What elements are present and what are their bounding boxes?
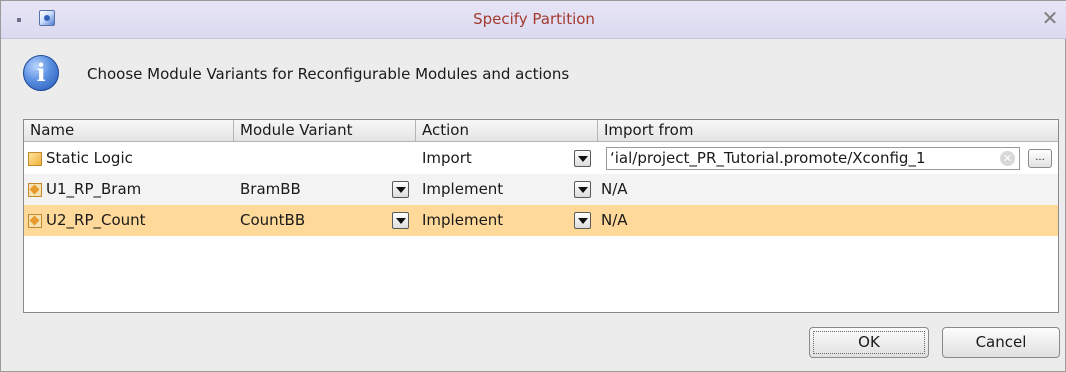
info-icon: i (23, 55, 59, 91)
cancel-button[interactable]: Cancel (942, 327, 1060, 358)
action-dropdown-chevron-down-icon[interactable] (574, 181, 591, 198)
action-value[interactable]: Import (416, 143, 566, 174)
table-row-static-logic[interactable]: Static Logic Import ‘ial/project_PR_Tuto… (24, 143, 1058, 174)
module-variant-value[interactable]: BramBB (234, 174, 384, 205)
ok-button[interactable]: OK (809, 327, 929, 358)
window-title: Specify Partition (473, 10, 595, 28)
reconfigurable-module-icon (28, 214, 42, 228)
column-header-name[interactable]: Name (24, 120, 234, 141)
title-bar[interactable]: Specify Partition ✕ (1, 1, 1066, 39)
module-variant-cell[interactable] (234, 143, 416, 174)
import-from-field[interactable]: ‘ial/project_PR_Tutorial.promote/Xconfig… (606, 147, 1020, 170)
action-dropdown-chevron-down-icon[interactable] (574, 150, 591, 167)
table-row-u1-rp-bram[interactable]: U1_RP_Bram BramBB Implement N/A (24, 174, 1058, 205)
action-dropdown-chevron-down-icon[interactable] (574, 212, 591, 229)
import-from-path: ‘ial/project_PR_Tutorial.promote/Xconfig… (610, 149, 926, 167)
partition-table: Name Module Variant Action Import from S… (23, 119, 1059, 313)
column-header-module-variant[interactable]: Module Variant (234, 120, 416, 141)
instruction-message: Choose Module Variants for Reconfigurabl… (87, 65, 570, 83)
row-name: U2_RP_Count (46, 211, 146, 229)
module-variant-dropdown-chevron-down-icon[interactable] (392, 212, 409, 229)
browse-button[interactable]: ... (1028, 149, 1052, 168)
column-header-action[interactable]: Action (416, 120, 598, 141)
table-header: Name Module Variant Action Import from (24, 120, 1058, 142)
action-value[interactable]: Implement (416, 174, 566, 205)
specify-partition-dialog: Specify Partition ✕ i Choose Module Vari… (0, 0, 1066, 372)
module-variant-value[interactable]: CountBB (234, 205, 384, 236)
column-header-import-from[interactable]: Import from (598, 120, 1058, 141)
clear-icon[interactable]: ✕ (1000, 151, 1015, 166)
row-name: U1_RP_Bram (46, 180, 142, 198)
static-module-icon (28, 152, 42, 166)
import-from-value: N/A (601, 180, 628, 198)
row-name: Static Logic (46, 149, 133, 167)
table-row-u2-rp-count[interactable]: U2_RP_Count CountBB Implement N/A (24, 205, 1058, 236)
import-from-value: N/A (601, 211, 628, 229)
reconfigurable-module-icon (28, 183, 42, 197)
action-value[interactable]: Implement (416, 205, 566, 236)
module-variant-dropdown-chevron-down-icon[interactable] (392, 181, 409, 198)
close-icon[interactable]: ✕ (1039, 7, 1061, 29)
